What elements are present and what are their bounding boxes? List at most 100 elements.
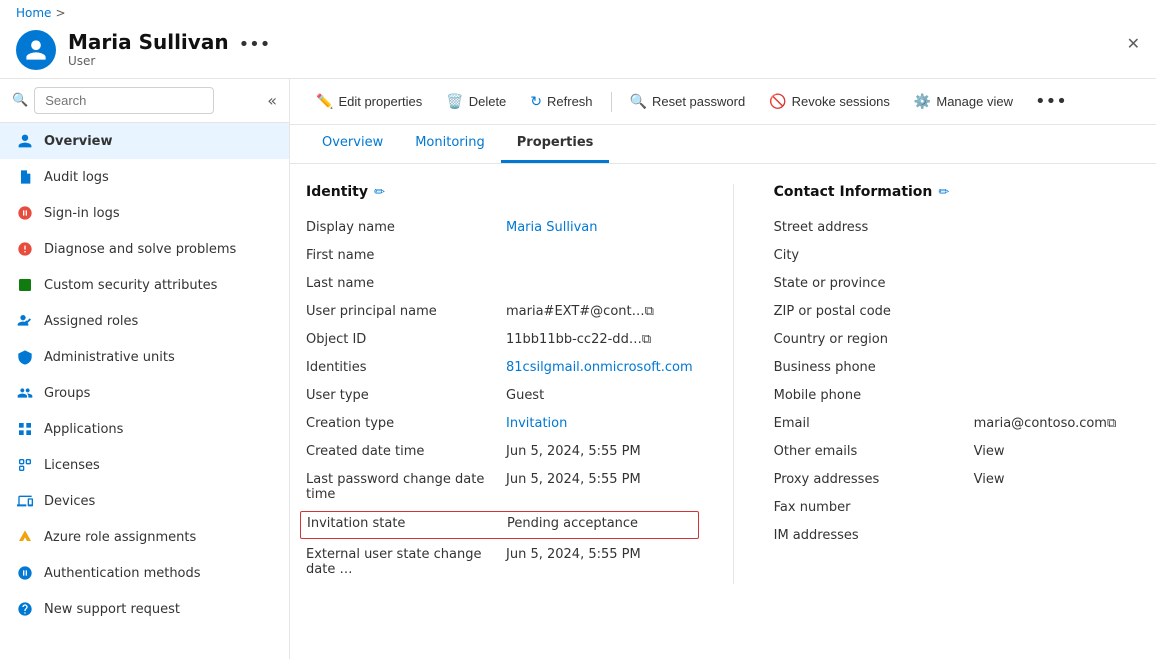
collapse-icon[interactable]: « <box>267 91 277 110</box>
nav-list: Overview Audit logs Sign-in logs Diagnos… <box>0 123 289 627</box>
person-icon <box>16 132 34 150</box>
azure-icon <box>16 528 34 546</box>
prop-label: Mobile phone <box>774 388 974 403</box>
property-row: Proxy addresses View <box>774 466 1140 494</box>
identity-section-title: Identity ✏ <box>306 184 693 200</box>
prop-label: IM addresses <box>774 528 974 543</box>
property-row: Identities 81csilgmail.onmicrosoft.com <box>306 354 693 382</box>
reset-password-button[interactable]: 🔍 Reset password <box>620 87 756 116</box>
prop-value: Jun 5, 2024, 5:55 PM <box>506 472 641 487</box>
property-row: External user state change date … Jun 5,… <box>306 541 693 584</box>
search-input[interactable] <box>34 87 214 114</box>
property-row: Creation type Invitation <box>306 410 693 438</box>
delete-button[interactable]: 🗑️ Delete <box>436 87 516 116</box>
copy-icon[interactable]: ⧉ <box>645 304 654 319</box>
property-row: City <box>774 242 1140 270</box>
sidebar-item-label: Diagnose and solve problems <box>44 242 236 257</box>
sidebar-item-label: Devices <box>44 494 95 509</box>
main-layout: 🔍 « Overview Audit logs Sign-in logs Dia… <box>0 79 1156 659</box>
sidebar-item-label: Sign-in logs <box>44 206 120 221</box>
sidebar-item-licenses[interactable]: Licenses <box>0 447 289 483</box>
refresh-button[interactable]: ↻ Refresh <box>520 87 602 116</box>
prop-label: User type <box>306 388 506 403</box>
prop-value: maria@contoso.com <box>974 416 1107 431</box>
contact-edit-icon[interactable]: ✏ <box>938 185 949 200</box>
groups-icon <box>16 384 34 402</box>
contact-fields: Street address City State or province ZI… <box>774 214 1140 550</box>
sidebar-item-overview[interactable]: Overview <box>0 123 289 159</box>
manage-view-button[interactable]: ⚙️ Manage view <box>904 87 1023 116</box>
sidebar-item-new-support[interactable]: New support request <box>0 591 289 627</box>
prop-value: Jun 5, 2024, 5:55 PM <box>506 547 641 562</box>
property-row: First name <box>306 242 693 270</box>
property-row: Last name <box>306 270 693 298</box>
toolbar-divider <box>611 92 612 112</box>
tab-monitoring[interactable]: Monitoring <box>399 125 501 163</box>
prop-value-link[interactable]: Invitation <box>506 416 567 431</box>
sidebar-item-audit-logs[interactable]: Audit logs <box>0 159 289 195</box>
content-area: ✏️ Edit properties 🗑️ Delete ↻ Refresh 🔍… <box>290 79 1156 659</box>
page-subtitle: User <box>68 54 229 68</box>
property-row: Display name Maria Sullivan <box>306 214 693 242</box>
toolbar-more-button[interactable]: ••• <box>1027 87 1075 116</box>
identity-edit-icon[interactable]: ✏ <box>374 185 385 200</box>
prop-label: Business phone <box>774 360 974 375</box>
manage-label: Manage view <box>936 94 1013 109</box>
toolbar: ✏️ Edit properties 🗑️ Delete ↻ Refresh 🔍… <box>290 79 1156 125</box>
view-link[interactable]: View <box>974 444 1005 459</box>
tab-properties[interactable]: Properties <box>501 125 610 163</box>
prop-label: State or province <box>774 276 974 291</box>
reset-icon: 🔍 <box>630 93 647 110</box>
sidebar-item-label: Assigned roles <box>44 314 138 329</box>
prop-label: Invitation state <box>307 516 507 531</box>
sidebar-item-label: Licenses <box>44 458 100 473</box>
apps-icon <box>16 420 34 438</box>
prop-value: maria#EXT#@cont… <box>506 304 645 319</box>
refresh-icon: ↻ <box>530 93 542 110</box>
sidebar-item-devices[interactable]: Devices <box>0 483 289 519</box>
breadcrumb: Home > <box>0 0 1156 26</box>
sidebar-item-label: New support request <box>44 602 180 617</box>
sidebar-item-admin-units[interactable]: Administrative units <box>0 339 289 375</box>
security-icon <box>16 276 34 294</box>
sidebar-item-custom-security[interactable]: Custom security attributes <box>0 267 289 303</box>
copy-icon[interactable]: ⧉ <box>1107 416 1116 431</box>
sidebar-item-auth-methods[interactable]: Authentication methods <box>0 555 289 591</box>
page-title: Maria Sullivan <box>68 30 229 54</box>
sidebar-item-label: Overview <box>44 134 113 149</box>
prop-value-link[interactable]: 81csilgmail.onmicrosoft.com <box>506 360 693 375</box>
prop-label: Proxy addresses <box>774 472 974 487</box>
revoke-label: Revoke sessions <box>792 94 890 109</box>
tab-overview[interactable]: Overview <box>306 125 399 163</box>
property-row: State or province <box>774 270 1140 298</box>
view-link[interactable]: View <box>974 472 1005 487</box>
title-block: Maria Sullivan User <box>68 30 229 68</box>
sidebar-item-azure-roles[interactable]: Azure role assignments <box>0 519 289 555</box>
prop-label: Other emails <box>774 444 974 459</box>
sidebar-item-groups[interactable]: Groups <box>0 375 289 411</box>
close-button[interactable]: ✕ <box>1127 34 1140 53</box>
prop-value-link[interactable]: Maria Sullivan <box>506 220 597 235</box>
sidebar-item-applications[interactable]: Applications <box>0 411 289 447</box>
header-more-button[interactable]: ••• <box>239 34 271 55</box>
revoke-sessions-button[interactable]: 🚫 Revoke sessions <box>759 87 900 116</box>
property-row: Last password change date time Jun 5, 20… <box>306 466 693 509</box>
prop-label: User principal name <box>306 304 506 319</box>
copy-icon[interactable]: ⧉ <box>642 332 651 347</box>
prop-label: Object ID <box>306 332 506 347</box>
search-icon: 🔍 <box>12 93 28 108</box>
sidebar-item-label: Audit logs <box>44 170 109 185</box>
auth-icon <box>16 564 34 582</box>
sidebar-item-sign-in-logs[interactable]: Sign-in logs <box>0 195 289 231</box>
property-row: Country or region <box>774 326 1140 354</box>
contact-section-title: Contact Information ✏ <box>774 184 1140 200</box>
breadcrumb-home[interactable]: Home <box>16 6 51 20</box>
edit-label: Edit properties <box>338 94 422 109</box>
edit-properties-button[interactable]: ✏️ Edit properties <box>306 87 432 116</box>
identity-fields: Display name Maria Sullivan First name L… <box>306 214 693 584</box>
property-row: User principal name maria#EXT#@cont…⧉ <box>306 298 693 326</box>
sidebar-item-diagnose[interactable]: Diagnose and solve problems <box>0 231 289 267</box>
avatar <box>16 30 56 70</box>
sidebar: 🔍 « Overview Audit logs Sign-in logs Dia… <box>0 79 290 659</box>
sidebar-item-assigned-roles[interactable]: Assigned roles <box>0 303 289 339</box>
